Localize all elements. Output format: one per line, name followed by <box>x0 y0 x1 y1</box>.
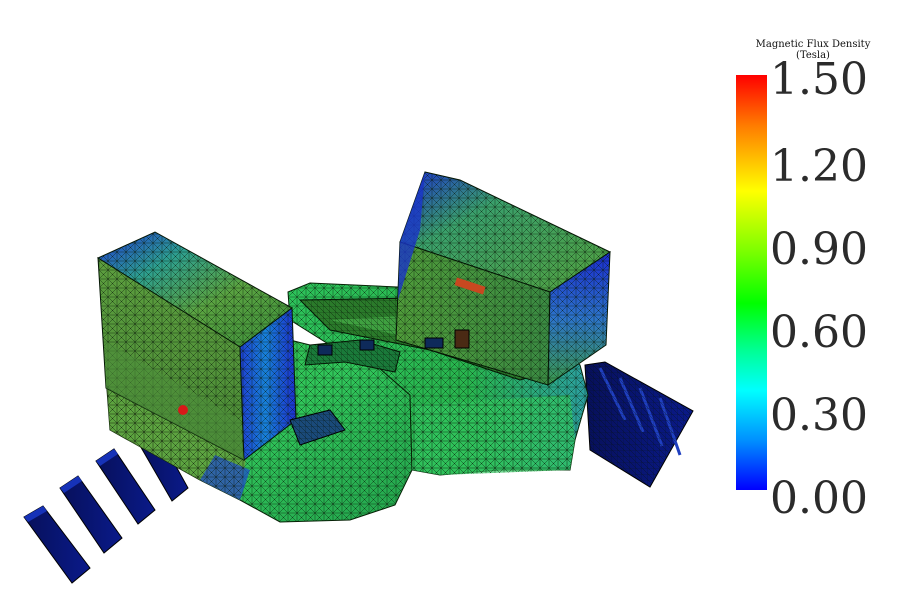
colorbar-tick-label: 0.30 <box>770 390 868 441</box>
colorbar-tick-label: 1.20 <box>770 141 868 192</box>
colorbar-tick-label: 1.50 <box>770 54 868 105</box>
legend-title-text: Magnetic Flux Density <box>755 39 871 50</box>
colorbar-tick-label: 0.90 <box>770 224 868 275</box>
right-pole-shoes <box>584 361 694 488</box>
colorbar <box>736 75 767 490</box>
colorbar-tick-label: 0.00 <box>770 473 868 524</box>
colorbar-tick-label: 0.60 <box>770 307 868 358</box>
